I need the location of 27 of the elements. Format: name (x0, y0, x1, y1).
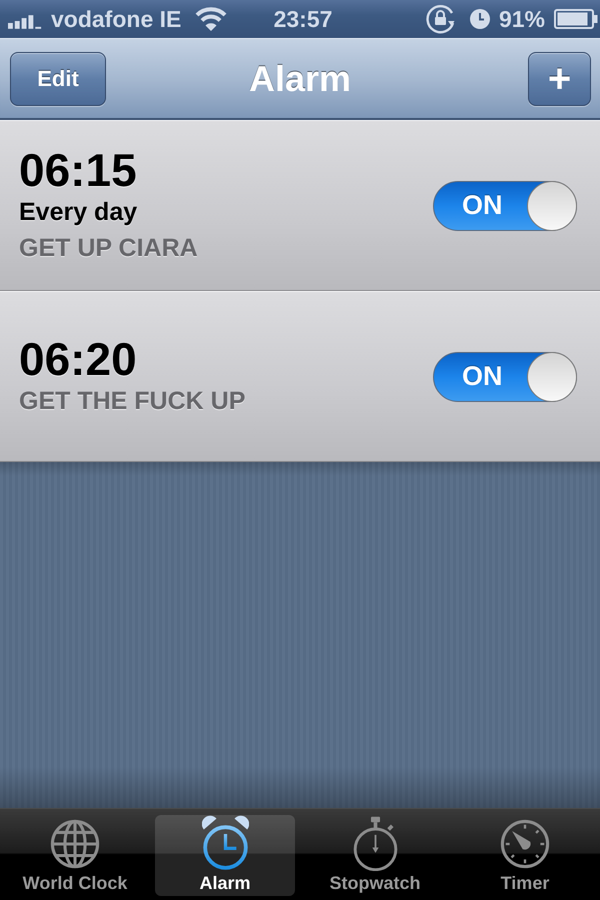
screen-title: Alarm (248, 58, 352, 100)
stopwatch-icon (352, 815, 398, 871)
tab[interactable]: Stopwatch (305, 815, 445, 896)
edit-button[interactable]: Edit (10, 52, 106, 106)
toggle-switch[interactable]: ON (433, 180, 577, 230)
wifi-icon (195, 7, 228, 31)
carrier-name: vodafone IE (51, 6, 182, 32)
alarm-time: 06:20 (19, 334, 138, 382)
tab[interactable]: World Clock (5, 815, 145, 896)
rotation-lock-icon (424, 4, 457, 34)
timer-icon (500, 819, 550, 869)
globe-icon (50, 819, 100, 869)
alarm-label: GET UP CIARA (19, 232, 198, 264)
alarm-clock-indicator-icon (470, 9, 490, 29)
alarm-clock-icon (202, 815, 248, 871)
tab[interactable]: Timer (455, 815, 595, 896)
battery-percentage: 91% (498, 6, 545, 32)
alarm-time: 06:15 (19, 146, 138, 194)
alarm-row[interactable]: 06:20 GET THE FUCK UP ON (0, 291, 600, 462)
alarm-repeat: Every day (19, 196, 138, 228)
add-button[interactable]: + (528, 52, 591, 106)
toggle-switch[interactable]: ON (433, 352, 577, 402)
clock-time: 23:57 (274, 6, 332, 32)
tab[interactable]: Alarm (155, 815, 295, 896)
battery-icon (554, 9, 598, 29)
alarm-row[interactable]: 06:15 Every day GET UP CIARA ON (0, 120, 600, 291)
alarm-label: GET THE FUCK UP (19, 386, 246, 416)
